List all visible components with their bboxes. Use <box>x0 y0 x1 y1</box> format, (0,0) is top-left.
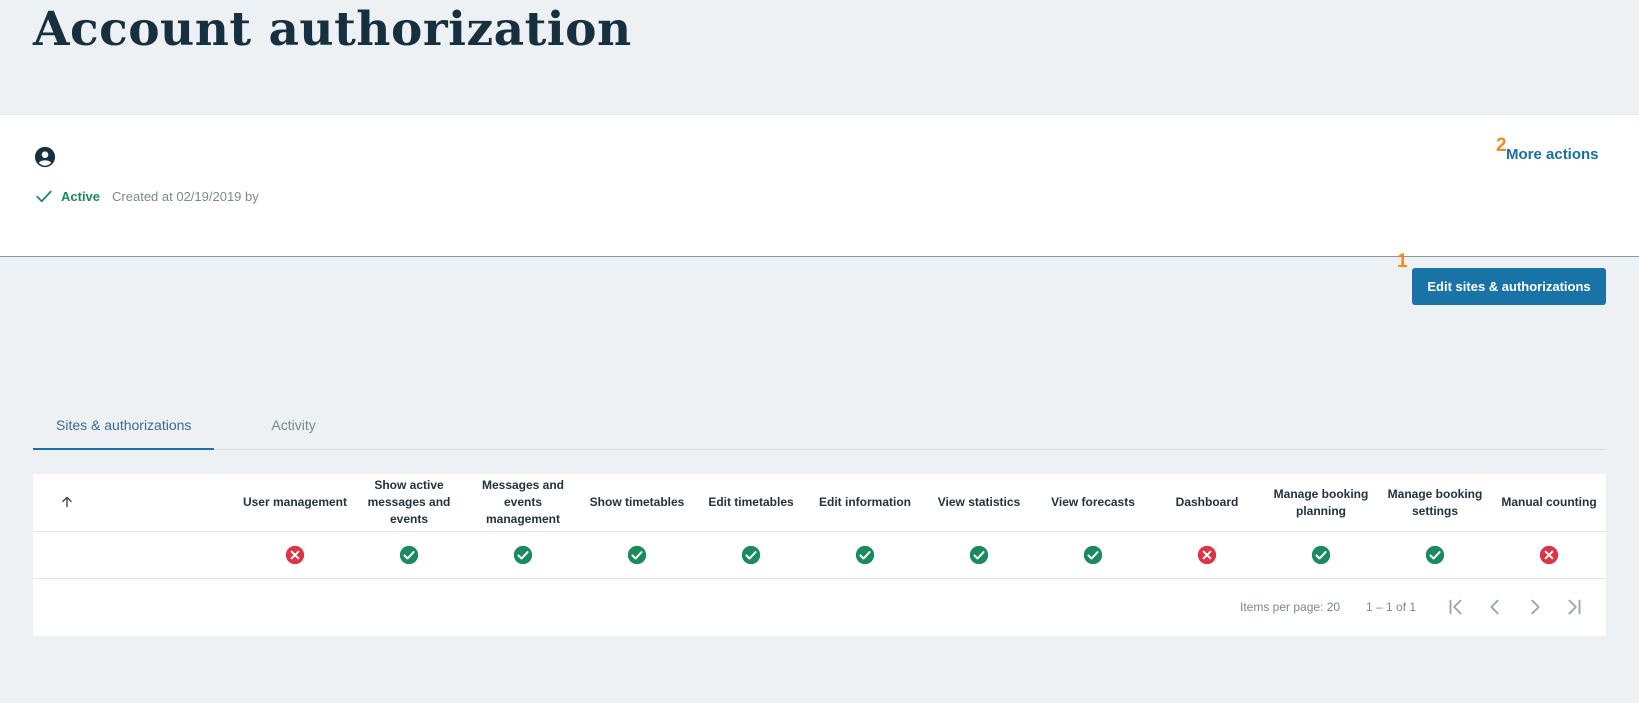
permission-cell <box>1267 531 1375 578</box>
column-header[interactable]: View statistics <box>925 474 1033 531</box>
check-circle-icon <box>741 545 761 564</box>
column-header[interactable]: Messages and events management <box>469 474 577 531</box>
check-circle-icon <box>1425 545 1445 564</box>
more-actions-link[interactable]: More actions <box>1506 146 1599 163</box>
column-header[interactable]: View forecasts <box>1039 474 1147 531</box>
cancel-circle-icon <box>1197 545 1217 564</box>
site-name-cell <box>33 531 233 578</box>
pagination: Items per page: 20 1 – 1 of 1 <box>33 579 1606 636</box>
check-circle-icon <box>1083 545 1103 564</box>
tab-activity[interactable]: Activity <box>248 404 338 448</box>
account-status-row: Active Created at 02/19/2019 by <box>35 186 259 206</box>
column-header[interactable]: User management <box>241 474 349 531</box>
page-range: 1 – 1 of 1 <box>1366 600 1417 614</box>
annotation-marker-1: 1 <box>1397 251 1408 272</box>
account-circle-icon <box>34 146 56 168</box>
permission-cell <box>1153 531 1261 578</box>
edit-sites-authorizations-button[interactable]: Edit sites & authorizations <box>1412 268 1606 305</box>
check-circle-icon <box>399 545 419 564</box>
check-circle-icon <box>1311 545 1331 564</box>
check-circle-icon <box>627 545 647 564</box>
items-per-page[interactable]: Items per page: 20 <box>1240 600 1340 614</box>
permission-cell <box>583 531 691 578</box>
authorizations-table: User management Show active messages and … <box>33 474 1606 636</box>
column-header[interactable]: Edit information <box>811 474 919 531</box>
previous-page-icon[interactable] <box>1484 596 1506 618</box>
column-header[interactable]: Manual counting <box>1495 474 1603 531</box>
cancel-circle-icon <box>1539 545 1559 564</box>
permission-cell <box>469 531 577 578</box>
last-page-icon[interactable] <box>1563 596 1585 618</box>
permission-cell <box>1381 531 1489 578</box>
column-header[interactable]: Manage booking settings <box>1381 474 1489 531</box>
permission-cell <box>1039 531 1147 578</box>
column-header[interactable]: Show timetables <box>583 474 691 531</box>
cancel-circle-icon <box>285 545 305 564</box>
permission-cell <box>355 531 463 578</box>
permission-cell <box>925 531 1033 578</box>
check-circle-icon <box>969 545 989 564</box>
check-circle-icon <box>855 545 875 564</box>
permission-cell <box>241 531 349 578</box>
tab-bar: Sites & authorizations Activity <box>33 404 1606 450</box>
permission-cell <box>1495 531 1603 578</box>
permission-cell <box>697 531 805 578</box>
created-info: Created at 02/19/2019 by <box>112 188 259 204</box>
column-header[interactable]: Manage booking planning <box>1267 474 1375 531</box>
column-header[interactable]: Dashboard <box>1153 474 1261 531</box>
status-label: Active <box>61 188 101 204</box>
permission-cell <box>811 531 919 578</box>
check-icon <box>36 190 52 203</box>
tab-sites-authorizations[interactable]: Sites & authorizations <box>33 404 215 450</box>
arrow-up-icon[interactable] <box>60 495 74 509</box>
table-header: User management Show active messages and … <box>33 474 1606 532</box>
next-page-icon[interactable] <box>1524 596 1546 618</box>
page-title: Account authorization <box>33 2 632 57</box>
annotation-marker-2: 2 <box>1496 135 1507 156</box>
table-row <box>33 531 1606 579</box>
column-header[interactable]: Edit timetables <box>697 474 805 531</box>
column-header[interactable]: Show active messages and events <box>355 474 463 531</box>
check-circle-icon <box>513 545 533 564</box>
first-page-icon[interactable] <box>1445 596 1467 618</box>
